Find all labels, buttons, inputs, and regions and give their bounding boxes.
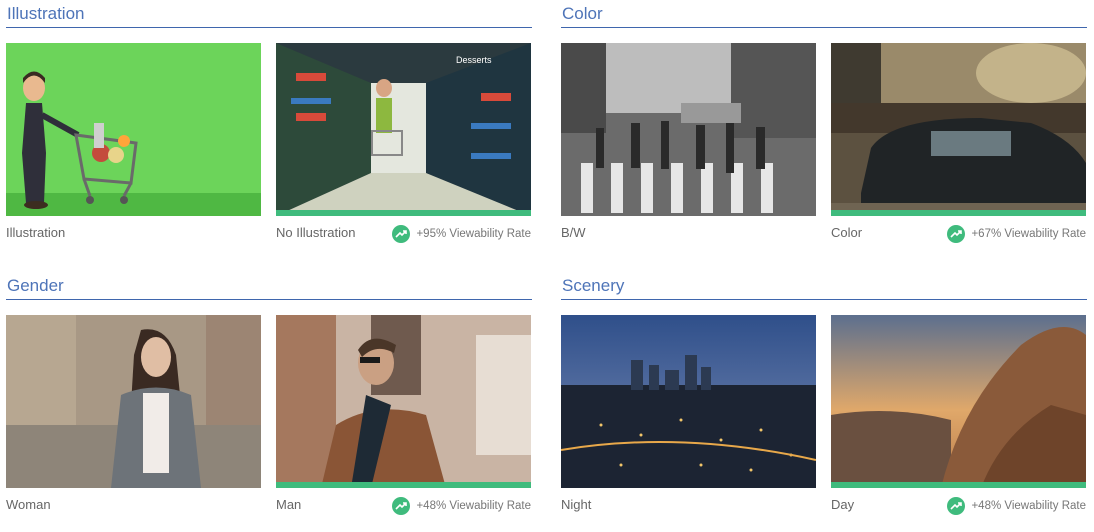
card-no-illustration[interactable]: Desserts No Illustration +95% Viewabilit… [276, 43, 531, 243]
card-label: B/W [561, 225, 586, 240]
section-title: Illustration [6, 2, 532, 28]
thumbnail-image[interactable] [831, 43, 1086, 216]
viewability-rate-text: +95% Viewability Rate [416, 228, 531, 240]
card-illustration[interactable]: Illustration [6, 43, 261, 243]
card-label: Night [561, 497, 592, 512]
section-scenery: Scenery Night Day +48% Viewability Rate [561, 274, 1087, 515]
viewability-rate: +95% Viewability Rate [392, 225, 531, 243]
thumbnail-image[interactable] [6, 315, 261, 488]
viewability-rate: +48% Viewability Rate [392, 497, 531, 515]
card-label: Man [276, 497, 302, 512]
section-title: Color [561, 2, 1087, 28]
thumbnail-image[interactable] [561, 315, 816, 488]
card-label: No Illustration [276, 225, 356, 240]
thumbnail-image[interactable] [276, 315, 531, 488]
card-label: Day [831, 497, 855, 512]
trending-up-icon [947, 497, 966, 515]
viewability-rate-text: +67% Viewability Rate [971, 228, 1086, 240]
thumbnail-image[interactable]: Desserts [276, 43, 531, 216]
viewability-rate-text: +48% Viewability Rate [971, 500, 1086, 512]
section-color: Color B/W Color +67% Viewability Rate [561, 2, 1087, 243]
card-day[interactable]: Day +48% Viewability Rate [831, 315, 1086, 515]
trending-up-icon [947, 225, 966, 243]
section-title: Scenery [561, 274, 1087, 300]
card-label: Illustration [6, 225, 66, 240]
thumbnail-image[interactable] [6, 43, 261, 216]
viewability-rate-text: +48% Viewability Rate [416, 500, 531, 512]
card-man[interactable]: Man +48% Viewability Rate [276, 315, 531, 515]
section-illustration: Illustration Illustration Desserts No Il… [6, 2, 532, 243]
thumbnail-image[interactable] [561, 43, 816, 216]
trending-up-icon [392, 497, 411, 515]
thumbnail-image[interactable] [831, 315, 1086, 488]
card-color[interactable]: Color +67% Viewability Rate [831, 43, 1086, 243]
section-title: Gender [6, 274, 532, 300]
card-night[interactable]: Night [561, 315, 816, 515]
card-woman[interactable]: Woman [6, 315, 261, 515]
viewability-rate: +48% Viewability Rate [947, 497, 1086, 515]
card-bw[interactable]: B/W [561, 43, 816, 243]
card-label: Color [831, 225, 863, 240]
card-label: Woman [6, 497, 51, 512]
svg-text:Desserts: Desserts [456, 55, 492, 65]
viewability-rate: +67% Viewability Rate [947, 225, 1086, 243]
section-gender: Gender Woman Man +48% Viewability Rate [6, 274, 532, 515]
trending-up-icon [392, 225, 411, 243]
